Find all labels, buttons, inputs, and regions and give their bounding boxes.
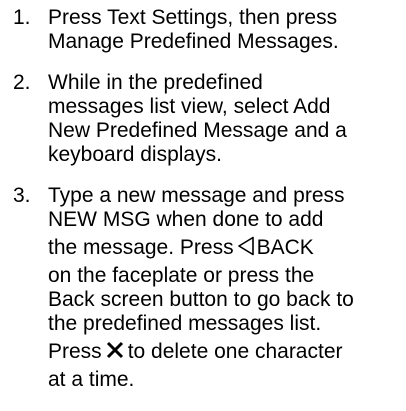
step-number: 2. bbox=[13, 71, 31, 94]
x-delete-icon bbox=[106, 341, 123, 359]
back-triangle-icon bbox=[237, 236, 254, 256]
step-number: 3. bbox=[13, 184, 31, 207]
step-text-fragment: Press bbox=[48, 340, 102, 363]
step-text-fragment: BACK bbox=[256, 236, 314, 259]
step-text-line: Back screen button to go back to bbox=[48, 288, 354, 311]
instruction-steps: 1. Press Text Settings, then press Manag… bbox=[0, 0, 406, 392]
step-text-fragment: to delete one character bbox=[127, 340, 343, 363]
step-text-line: Type a new message and press bbox=[48, 184, 345, 207]
step-text-line: the predefined messages list. bbox=[48, 312, 322, 335]
step-1: 1. Press Text Settings, then press Manag… bbox=[0, 6, 406, 54]
step-text-line: While in the predefined bbox=[48, 71, 263, 94]
step-text-line: Manage Predefined Messages. bbox=[48, 30, 339, 53]
step-text-line: at a time. bbox=[48, 368, 135, 391]
step-2: 2. While in the predefined messages list… bbox=[0, 71, 406, 167]
step-3: 3. Type a new message and press NEW MSG … bbox=[0, 184, 406, 392]
step-text-line: Press to delete one character bbox=[48, 336, 406, 368]
step-text-line: Press Text Settings, then press bbox=[48, 6, 338, 29]
step-text-fragment: the message. Press bbox=[48, 236, 234, 259]
step-text-line: keyboard displays. bbox=[48, 143, 222, 166]
step-text-line: on the faceplate or press the bbox=[48, 264, 315, 287]
step-text-line: NEW MSG when done to add bbox=[48, 208, 324, 231]
step-text-line: New Predefined Message and a bbox=[48, 119, 347, 142]
step-number: 1. bbox=[13, 6, 31, 29]
step-text-line: messages list view, select Add bbox=[48, 95, 331, 118]
step-text-line: the message. Press BACK bbox=[48, 232, 406, 264]
